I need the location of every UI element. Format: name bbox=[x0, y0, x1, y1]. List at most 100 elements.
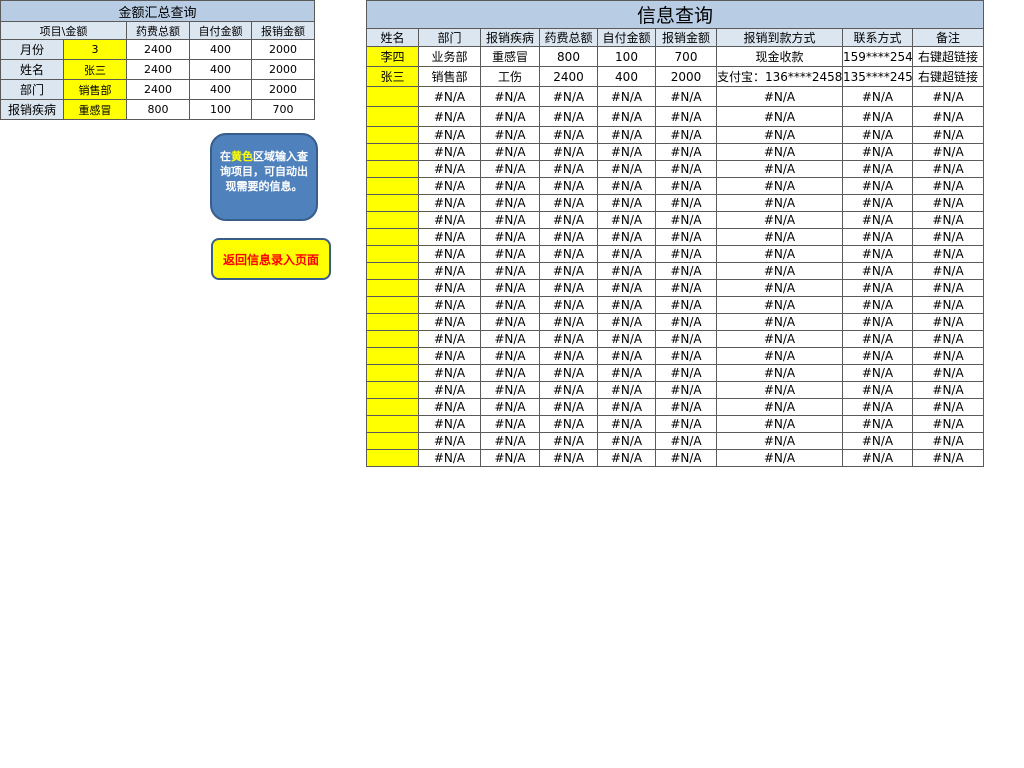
info-cell-illness: 重感冒 bbox=[480, 46, 540, 67]
info-cell-self-pay: #N/A bbox=[597, 160, 656, 178]
name-input-cell[interactable] bbox=[366, 160, 419, 178]
info-cell-contact: #N/A bbox=[842, 330, 913, 348]
name-input-cell[interactable]: 张三 bbox=[63, 59, 127, 80]
name-input-cell[interactable] bbox=[366, 296, 419, 314]
summary-header-reimbursed: 报销金额 bbox=[250, 21, 316, 40]
name-input-cell[interactable]: 李四 bbox=[366, 46, 419, 67]
name-input-cell[interactable] bbox=[366, 432, 419, 450]
info-cell-reimbursed: #N/A bbox=[655, 262, 717, 280]
name-input-cell[interactable] bbox=[366, 313, 419, 331]
info-cell-illness: #N/A bbox=[480, 347, 540, 365]
info-cell-contact: #N/A bbox=[842, 432, 913, 450]
info-cell-reimbursed: 700 bbox=[655, 46, 717, 67]
name-input-cell[interactable] bbox=[366, 347, 419, 365]
info-cell-illness: #N/A bbox=[480, 449, 540, 467]
info-cell-reimbursed: #N/A bbox=[655, 143, 717, 161]
name-input-cell[interactable] bbox=[366, 279, 419, 297]
department-input-cell[interactable]: 销售部 bbox=[63, 79, 127, 100]
table-row: #N/A #N/A #N/A #N/A #N/A #N/A #N/A #N/A bbox=[366, 432, 985, 450]
name-input-cell[interactable] bbox=[366, 126, 419, 144]
summary-label-department: 部门 bbox=[0, 79, 64, 100]
info-cell-reimbursed: #N/A bbox=[655, 296, 717, 314]
back-to-entry-button[interactable]: 返回信息录入页面 bbox=[211, 238, 331, 280]
info-cell-contact: #N/A bbox=[842, 381, 913, 399]
table-row: #N/A #N/A #N/A #N/A #N/A #N/A #N/A #N/A bbox=[366, 143, 985, 161]
info-cell-self-pay: #N/A bbox=[597, 381, 656, 399]
info-cell-department: #N/A bbox=[418, 126, 481, 144]
summary-cell: 400 bbox=[189, 39, 252, 60]
info-cell-department: #N/A bbox=[418, 245, 481, 263]
table-row: #N/A #N/A #N/A #N/A #N/A #N/A #N/A #N/A bbox=[366, 415, 985, 433]
summary-cell: 700 bbox=[250, 99, 316, 120]
info-cell-drug-total: #N/A bbox=[539, 347, 598, 365]
info-cell-reimbursed: #N/A bbox=[655, 126, 717, 144]
info-cell-drug-total: #N/A bbox=[539, 279, 598, 297]
name-input-cell[interactable] bbox=[366, 398, 419, 416]
info-cell-reimbursed: #N/A bbox=[655, 313, 717, 331]
name-input-cell[interactable] bbox=[366, 449, 419, 467]
summary-header-self-pay: 自付金额 bbox=[189, 21, 252, 40]
info-cell-contact: #N/A bbox=[842, 126, 913, 144]
name-input-cell[interactable] bbox=[366, 415, 419, 433]
info-cell-drug-total: #N/A bbox=[539, 262, 598, 280]
info-cell-drug-total: #N/A bbox=[539, 143, 598, 161]
info-cell-reimbursed: #N/A bbox=[655, 398, 717, 416]
name-input-cell[interactable] bbox=[366, 194, 419, 212]
info-cell-department: #N/A bbox=[418, 279, 481, 297]
info-cell-payment-method: #N/A bbox=[716, 296, 843, 314]
name-input-cell[interactable] bbox=[366, 245, 419, 263]
info-cell-remark[interactable]: 右键超链接 bbox=[911, 46, 985, 67]
info-cell-self-pay: #N/A bbox=[597, 364, 656, 382]
info-cell-remark: #N/A bbox=[911, 347, 985, 365]
name-input-cell[interactable] bbox=[366, 330, 419, 348]
info-cell-remark[interactable]: 右键超链接 bbox=[911, 66, 985, 87]
info-cell-contact: #N/A bbox=[842, 449, 913, 467]
info-cell-remark: #N/A bbox=[911, 86, 985, 107]
name-input-cell[interactable] bbox=[366, 364, 419, 382]
month-input-cell[interactable]: 3 bbox=[63, 39, 127, 60]
info-cell-department: #N/A bbox=[418, 381, 481, 399]
name-input-cell[interactable] bbox=[366, 86, 419, 107]
table-row: #N/A #N/A #N/A #N/A #N/A #N/A #N/A #N/A bbox=[366, 364, 985, 382]
info-cell-illness: #N/A bbox=[480, 313, 540, 331]
summary-label-name: 姓名 bbox=[0, 59, 64, 80]
table-row: #N/A #N/A #N/A #N/A #N/A #N/A #N/A #N/A bbox=[366, 194, 985, 212]
info-cell-remark: #N/A bbox=[911, 228, 985, 246]
info-header-department: 部门 bbox=[418, 28, 481, 47]
name-input-cell[interactable] bbox=[366, 228, 419, 246]
note-highlight: 黄色 bbox=[231, 150, 253, 163]
info-cell-self-pay: #N/A bbox=[597, 228, 656, 246]
name-input-cell[interactable] bbox=[366, 177, 419, 195]
name-input-cell[interactable] bbox=[366, 381, 419, 399]
info-cell-illness: #N/A bbox=[480, 143, 540, 161]
name-input-cell[interactable]: 张三 bbox=[366, 66, 419, 87]
info-table: 信息查询 姓名 部门 报销疾病 药费总额 自付金额 报销金额 报销到款方式 联系… bbox=[365, 0, 985, 467]
info-header-drug-total: 药费总额 bbox=[539, 28, 598, 47]
summary-cell: 400 bbox=[189, 79, 252, 100]
info-cell-remark: #N/A bbox=[911, 143, 985, 161]
info-cell-reimbursed: #N/A bbox=[655, 194, 717, 212]
name-input-cell[interactable] bbox=[366, 143, 419, 161]
info-cell-self-pay: #N/A bbox=[597, 86, 656, 107]
info-cell-drug-total: #N/A bbox=[539, 177, 598, 195]
info-cell-drug-total: #N/A bbox=[539, 211, 598, 229]
info-cell-drug-total: #N/A bbox=[539, 126, 598, 144]
table-row: #N/A #N/A #N/A #N/A #N/A #N/A #N/A #N/A bbox=[366, 330, 985, 348]
info-cell-remark: #N/A bbox=[911, 245, 985, 263]
illness-input-cell[interactable]: 重感冒 bbox=[63, 99, 127, 120]
info-cell-contact: #N/A bbox=[842, 296, 913, 314]
info-cell-self-pay: #N/A bbox=[597, 347, 656, 365]
info-cell-self-pay: #N/A bbox=[597, 262, 656, 280]
info-cell-illness: #N/A bbox=[480, 330, 540, 348]
info-cell-remark: #N/A bbox=[911, 330, 985, 348]
name-input-cell[interactable] bbox=[366, 211, 419, 229]
info-cell-remark: #N/A bbox=[911, 398, 985, 416]
info-cell-drug-total: #N/A bbox=[539, 313, 598, 331]
info-cell-contact: #N/A bbox=[842, 194, 913, 212]
table-row: 李四业务部重感冒800100700现金收款159****2541右键超链接 bbox=[366, 46, 985, 67]
info-cell-illness: #N/A bbox=[480, 262, 540, 280]
name-input-cell[interactable] bbox=[366, 106, 419, 127]
name-input-cell[interactable] bbox=[366, 262, 419, 280]
info-cell-payment-method: #N/A bbox=[716, 106, 843, 127]
info-cell-department: #N/A bbox=[418, 160, 481, 178]
